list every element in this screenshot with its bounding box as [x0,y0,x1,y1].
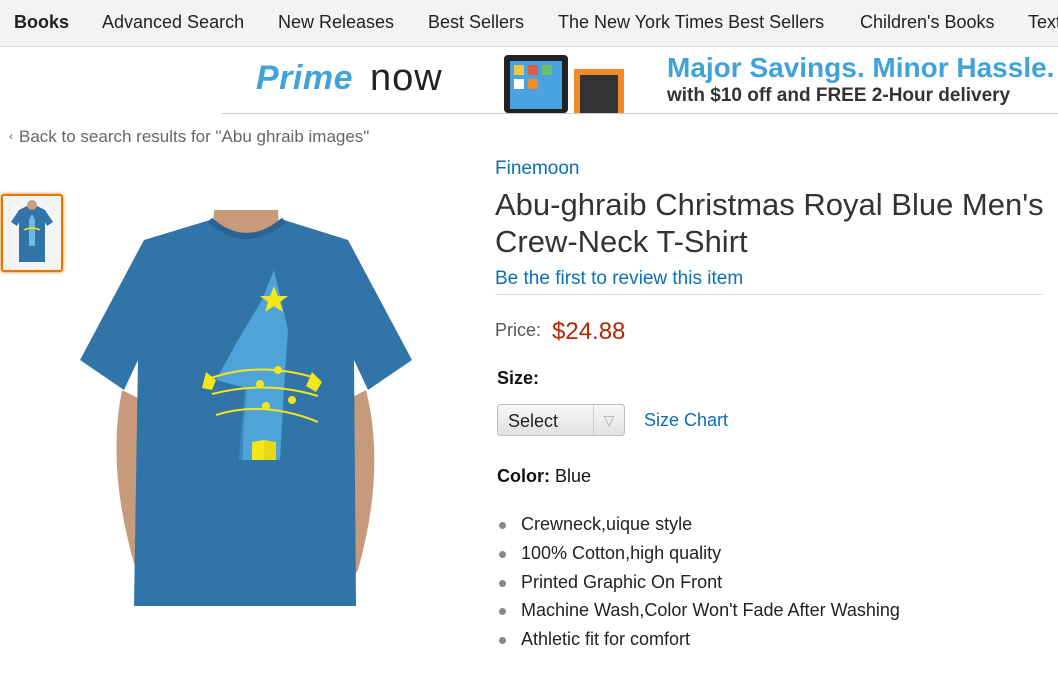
nav-item-childrens-books[interactable]: Children's Books [860,12,995,33]
nav-item-books[interactable]: Books [14,12,69,33]
price-value: $24.88 [552,318,626,345]
nav-item-nyt-best-sellers[interactable]: The New York Times Best Sellers [558,12,824,33]
product-thumbnail[interactable] [1,194,63,272]
divider [495,294,1043,295]
list-item: 100% Cotton,high quality [495,539,900,568]
nav-item-textbooks[interactable]: Textbooks [1028,12,1058,33]
brand-link[interactable]: Finemoon [495,158,580,180]
prime-logo: Prime [256,59,353,97]
feature-list: Crewneck,uique style 100% Cotton,high qu… [495,510,900,654]
top-nav: Books Advanced Search New Releases Best … [0,0,1058,47]
size-chart-link[interactable]: Size Chart [644,410,728,431]
list-item: Athletic fit for comfort [495,625,900,654]
thumbnail-shirt-image [3,196,61,270]
chevron-down-icon: ▽ [593,405,624,435]
list-item: Crewneck,uique style [495,510,900,539]
back-to-results-link[interactable]: ‹ Back to search results for "Abu ghraib … [9,127,369,147]
color-value: Blue [555,466,592,486]
banner-subline: with $10 off and FREE 2-Hour delivery [667,85,1011,106]
list-item: Machine Wash,Color Won't Fade After Wash… [495,596,900,625]
color-row: Color: Blue [497,466,591,487]
size-select-value: Select [508,411,559,431]
back-link-label: Back to search results for "Abu ghraib i… [19,127,370,146]
price-label: Price: [495,320,542,340]
size-select[interactable]: Select ▽ [497,404,625,436]
nav-item-advanced-search[interactable]: Advanced Search [102,12,244,33]
tablet-image [504,55,624,113]
color-label: Color: [497,466,550,486]
nav-item-new-releases[interactable]: New Releases [278,12,394,33]
product-title: Abu-ghraib Christmas Royal Blue Men's Cr… [495,187,1044,259]
write-review-link[interactable]: Be the first to review this item [495,268,743,290]
prime-now-banner[interactable]: Prime now Major Savings. Minor Hassle. w… [222,47,1058,114]
nav-item-best-sellers[interactable]: Best Sellers [428,12,524,33]
product-main-image[interactable] [66,210,424,612]
list-item: Printed Graphic On Front [495,568,900,597]
chevron-left-icon: ‹ [9,129,13,143]
size-label: Size: [497,368,540,388]
now-logo: now [370,57,443,99]
banner-headline: Major Savings. Minor Hassle. [667,52,1055,83]
